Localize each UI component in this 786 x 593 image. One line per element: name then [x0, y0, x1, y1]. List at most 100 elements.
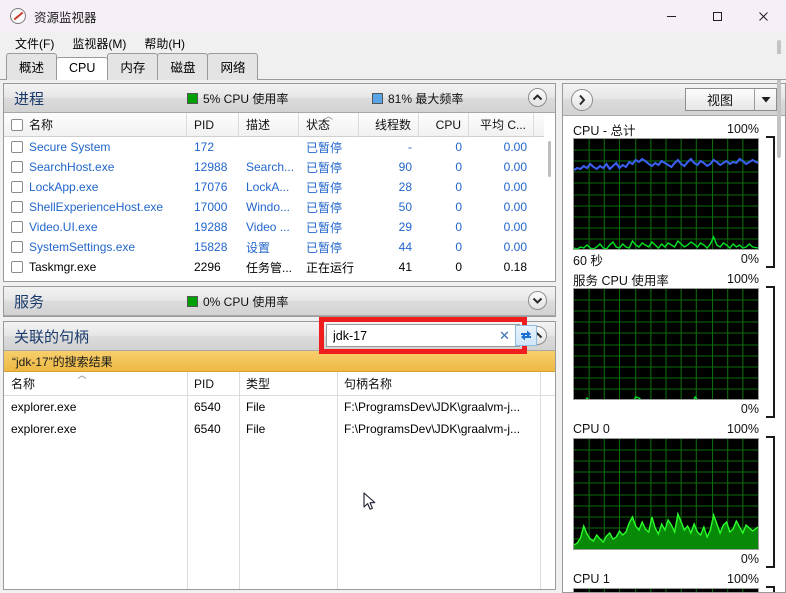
- cell-pid: 15828: [194, 240, 228, 254]
- cell-cpu: 0: [455, 220, 462, 234]
- graph-service-cpu-footer: 0%: [573, 400, 759, 418]
- cell-avgcpu: 0.00: [503, 240, 527, 254]
- cell-name[interactable]: SearchHost.exe: [4, 157, 187, 177]
- col-header-name[interactable]: 名称: [4, 113, 187, 137]
- table-row[interactable]: Video.UI.exe 19288 Video ... 已暂停 29 0 0.…: [4, 217, 555, 237]
- graph-cpu-total-max: 100%: [727, 122, 759, 136]
- view-dropdown-button[interactable]: 视图: [685, 88, 777, 111]
- row-checkbox[interactable]: [11, 201, 23, 213]
- row-checkbox[interactable]: [11, 261, 23, 273]
- processes-scrollbar-thumb[interactable]: [548, 141, 551, 177]
- cell-pid: 2296: [194, 260, 221, 274]
- menu-monitor[interactable]: 监视器(M): [63, 33, 135, 54]
- cell-name[interactable]: ShellExperienceHost.exe: [4, 197, 187, 217]
- col-header-handle-path[interactable]: 句柄名称: [337, 372, 547, 396]
- refresh-arrows-icon: [520, 330, 531, 341]
- tab-overview[interactable]: 概述: [6, 53, 58, 80]
- cell-name[interactable]: SystemSettings.exe: [4, 237, 187, 257]
- handle-search: ✕: [326, 324, 537, 347]
- cell-name[interactable]: LockApp.exe: [4, 177, 187, 197]
- graph-cpu-total-duration: 60 秒: [573, 253, 603, 268]
- col-header-handle-pid[interactable]: PID: [187, 372, 239, 396]
- table-row[interactable]: ShellExperienceHost.exe 17000 Windo... 已…: [4, 197, 555, 217]
- graph-cpu-total-title: CPU - 总计: [573, 123, 636, 138]
- menu-bar: 文件(F) 监视器(M) 帮助(H): [0, 32, 786, 54]
- row-checkbox[interactable]: [11, 181, 23, 193]
- graph-cpu1: CPU 1 100%: [573, 570, 785, 592]
- row-checkbox[interactable]: [11, 141, 23, 153]
- col-header-threads[interactable]: 线程数: [359, 113, 419, 137]
- table-row[interactable]: msedge.exe 9472 Micros... 正在运行 29 0 0.13: [4, 277, 555, 281]
- services-expand-button[interactable]: [528, 291, 547, 310]
- graph-cpu1-max: 100%: [727, 572, 759, 586]
- window-controls: [648, 0, 786, 32]
- col-header-status[interactable]: ︿ 状态: [299, 113, 359, 137]
- cell-status: 正在运行: [299, 277, 359, 282]
- column-divider: [239, 372, 240, 589]
- clear-x-icon[interactable]: ✕: [494, 328, 515, 344]
- processes-scrollbar[interactable]: [544, 113, 555, 281]
- processes-collapse-button[interactable]: [528, 88, 547, 107]
- cell-name[interactable]: Taskmgr.exe: [4, 257, 187, 277]
- col-header-pid[interactable]: PID: [187, 113, 239, 137]
- menu-help[interactable]: 帮助(H): [135, 33, 194, 54]
- col-header-desc[interactable]: 描述: [239, 113, 299, 137]
- table-row[interactable]: SearchHost.exe 12988 Search... 已暂停 90 0 …: [4, 157, 555, 177]
- refresh-search-button[interactable]: [514, 325, 537, 346]
- cell-status: 已暂停: [306, 220, 343, 235]
- cell-desc: [239, 137, 299, 157]
- row-checkbox[interactable]: [11, 161, 23, 173]
- sort-ascending-icon: ︿: [323, 113, 334, 121]
- row-checkbox[interactable]: [11, 241, 23, 253]
- cell-desc: 设置: [246, 240, 271, 255]
- tab-cpu[interactable]: CPU: [56, 57, 109, 80]
- cell-avgcpu: 0.00: [503, 180, 527, 194]
- services-panel-header[interactable]: 服务 0% CPU 使用率: [4, 287, 555, 316]
- col-header-handle-name[interactable]: ︿ 名称: [4, 372, 187, 396]
- table-row[interactable]: Secure System 172 已暂停 - 0 0.00: [4, 137, 555, 157]
- graph-cpu-total: CPU - 总计 100% 60 秒 0%: [573, 120, 785, 268]
- tab-memory[interactable]: 内存: [107, 53, 159, 80]
- chevron-down-icon: [761, 97, 770, 103]
- cell-desc: Micros...: [239, 277, 299, 281]
- table-row[interactable]: explorer.exe 6540 File F:\ProgramsDev\JD…: [4, 418, 555, 440]
- cell-name[interactable]: Video.UI.exe: [4, 217, 187, 237]
- cell-name[interactable]: Secure System: [4, 137, 187, 157]
- graph-cpu0: CPU 0 100% 0%: [573, 420, 785, 568]
- tab-bar: 概述 CPU 内存 磁盘 网络: [0, 53, 786, 80]
- cell-name-label: Secure System: [29, 140, 111, 154]
- table-row[interactable]: explorer.exe 6540 File F:\ProgramsDev\JD…: [4, 396, 555, 418]
- handles-panel-title: 关联的句柄: [14, 328, 90, 346]
- search-input[interactable]: [333, 326, 494, 345]
- handle-search-box[interactable]: ✕: [326, 324, 537, 347]
- cell-handle-pid: 6540: [194, 422, 221, 436]
- minimize-button[interactable]: [648, 0, 694, 32]
- graph-panel-scrollbar[interactable]: [773, 36, 784, 591]
- maximize-button[interactable]: [694, 0, 740, 32]
- processes-cpu-meter-label: 5% CPU 使用率: [203, 91, 289, 106]
- handles-panel-header[interactable]: 关联的句柄 ✕: [4, 317, 555, 354]
- cell-name[interactable]: msedge.exe: [4, 277, 187, 281]
- graph-service-cpu-min: 0%: [740, 402, 759, 416]
- cell-status: 已暂停: [306, 140, 343, 155]
- col-header-handle-type[interactable]: 类型: [239, 372, 337, 396]
- cell-threads: 44: [398, 240, 412, 254]
- col-header-cpu[interactable]: CPU: [419, 113, 469, 137]
- table-row[interactable]: LockApp.exe 17076 LockA... 已暂停 28 0 0.00: [4, 177, 555, 197]
- table-row[interactable]: SystemSettings.exe 15828 设置 已暂停 44 0 0.0…: [4, 237, 555, 257]
- table-row[interactable]: Taskmgr.exe 2296 任务管... 正在运行 41 0 0.18: [4, 257, 555, 277]
- graph-cpu-total-footer: 60 秒 0%: [573, 250, 759, 268]
- select-all-checkbox[interactable]: [11, 118, 23, 131]
- cell-cpu: 0: [419, 277, 469, 281]
- graph-panel-expand-button[interactable]: [571, 88, 593, 111]
- cell-name-label: ShellExperienceHost.exe: [29, 200, 164, 214]
- tab-network[interactable]: 网络: [207, 53, 259, 80]
- processes-panel-header[interactable]: 进程 5% CPU 使用率 81% 最大频率: [4, 84, 555, 113]
- cell-status: 已暂停: [306, 240, 343, 255]
- cell-threads: 29: [359, 277, 419, 281]
- menu-file[interactable]: 文件(F): [6, 33, 63, 54]
- tab-disk[interactable]: 磁盘: [157, 53, 209, 80]
- col-header-avgcpu[interactable]: 平均 C...: [469, 113, 534, 137]
- row-checkbox[interactable]: [11, 221, 23, 233]
- close-button[interactable]: [740, 0, 786, 32]
